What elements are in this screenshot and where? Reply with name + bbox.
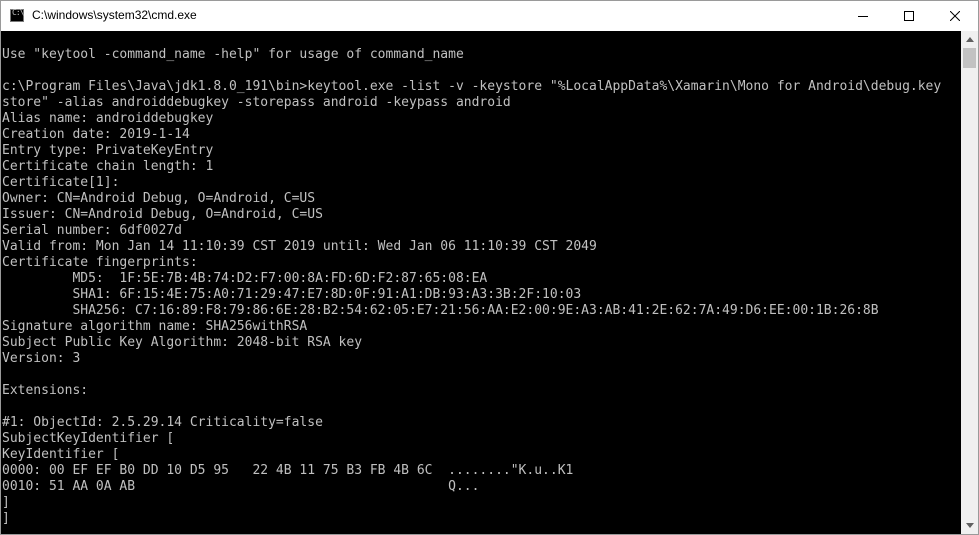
console-line: Certificate chain length: 1 — [2, 159, 214, 174]
console-line: MD5: 1F:5E:7B:4B:74:D2:F7:00:8A:FD:6D:F2… — [2, 271, 488, 286]
scroll-down-button[interactable] — [961, 517, 978, 534]
console-line: Extensions: — [2, 383, 89, 398]
maximize-icon — [904, 11, 914, 21]
console-line: Valid from: Mon Jan 14 11:10:39 CST 2019… — [2, 239, 597, 254]
console-line: SHA256: C7:16:89:F8:79:86:6E:28:B2:54:62… — [2, 303, 879, 318]
console-line: Subject Public Key Algorithm: 2048-bit R… — [2, 335, 363, 350]
console-line: store" -alias androiddebugkey -storepass… — [2, 95, 511, 110]
console-line: Certificate fingerprints: — [2, 255, 198, 270]
scroll-up-button[interactable] — [961, 31, 978, 48]
window-title: C:\windows\system32\cmd.exe — [32, 8, 197, 22]
maximize-button[interactable] — [886, 1, 932, 31]
console-line: Certificate[1]: — [2, 175, 120, 190]
close-button[interactable] — [932, 1, 978, 31]
console-text: Use "keytool -command_name -help" for us… — [1, 31, 961, 527]
console-line: Version: 3 — [2, 351, 81, 366]
console-line: c:\Program Files\Java\jdk1.8.0_191\bin>k… — [2, 79, 942, 94]
console-output[interactable]: Use "keytool -command_name -help" for us… — [1, 31, 961, 534]
vertical-scrollbar[interactable] — [961, 31, 978, 534]
console-line: Alias name: androiddebugkey — [2, 111, 214, 126]
console-line: Owner: CN=Android Debug, O=Android, C=US — [2, 191, 316, 206]
scroll-up-arrow-icon — [965, 37, 974, 42]
scroll-down-arrow-icon — [965, 523, 974, 528]
scroll-thumb[interactable] — [963, 48, 976, 68]
console-line: Creation date: 2019-1-14 — [2, 127, 190, 142]
minimize-button[interactable] — [840, 1, 886, 31]
close-icon — [950, 11, 960, 21]
console-line: Signature algorithm name: SHA256withRSA — [2, 319, 308, 334]
console-line: Use "keytool -command_name -help" for us… — [2, 47, 464, 62]
minimize-icon — [858, 16, 868, 17]
title-bar[interactable]: C:\ C:\windows\system32\cmd.exe — [1, 1, 978, 31]
console-line: ] — [2, 511, 10, 526]
console-line: SHA1: 6F:15:4E:75:A0:71:29:47:E7:8D:0F:9… — [2, 287, 582, 302]
console-line: 0010: 51 AA 0A AB Q... — [2, 479, 480, 494]
console-line: Issuer: CN=Android Debug, O=Android, C=U… — [2, 207, 323, 222]
console-line: 0000: 00 EF EF B0 DD 10 D5 95 22 4B 11 7… — [2, 463, 574, 478]
console-line: KeyIdentifier [ — [2, 447, 120, 462]
console-line: Serial number: 6df0027d — [2, 223, 183, 238]
console-line: #1: ObjectId: 2.5.29.14 Criticality=fals… — [2, 415, 323, 430]
cmd-window: C:\ C:\windows\system32\cmd.exe Use "key… — [0, 0, 979, 535]
console-line: Entry type: PrivateKeyEntry — [2, 143, 214, 158]
console-line: SubjectKeyIdentifier [ — [2, 431, 175, 446]
cmd-app-icon[interactable]: C:\ — [10, 8, 24, 22]
console-line: ] — [2, 495, 10, 510]
